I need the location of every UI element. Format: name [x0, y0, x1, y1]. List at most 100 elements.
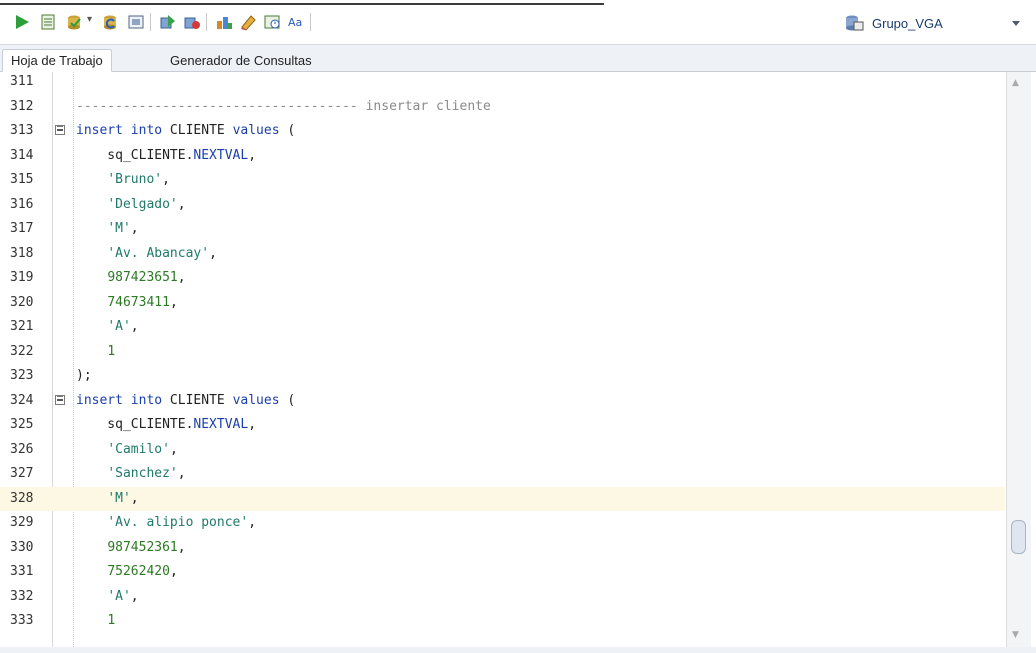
chevron-down-icon[interactable] [1010, 17, 1022, 29]
code-line[interactable]: 324 insert into CLIENTE values ( [0, 389, 1005, 414]
code-text: 'M', [107, 221, 139, 236]
code-text: 74673411, [107, 294, 178, 310]
code-line[interactable]: 330 987452361, [0, 536, 1005, 561]
line-number: 319 [10, 270, 34, 285]
commit-dropdown-icon[interactable]: ▾ [87, 14, 92, 25]
line-number: 312 [10, 98, 34, 114]
code-line[interactable]: 326 'Camilo', [0, 438, 1005, 463]
code-text: 1 [107, 343, 116, 359]
database-connection-icon [846, 15, 864, 31]
code-text: ------------------------------------ ins… [76, 98, 491, 114]
code-text: 'A', [107, 588, 139, 604]
code-text: 'Delgado', [107, 196, 186, 212]
toolbar-separator [150, 13, 151, 31]
title-divider [0, 3, 604, 5]
autotrace-icon[interactable] [214, 12, 234, 32]
sql-tuning-icon[interactable] [158, 12, 178, 32]
format-case-icon[interactable]: Aa [286, 12, 306, 32]
fold-toggle-icon[interactable] [55, 125, 65, 135]
tab-worksheet[interactable]: Hoja de Trabajo [2, 49, 112, 72]
code-line[interactable]: 318 'Av. Abancay', [0, 242, 1005, 267]
commit-icon[interactable] [64, 12, 84, 32]
line-number: 331 [10, 564, 34, 579]
scroll-up-icon[interactable]: ▲ [1012, 78, 1019, 88]
line-number: 316 [10, 196, 34, 212]
line-number: 320 [10, 294, 34, 310]
line-number: 322 [10, 343, 34, 359]
code-text: 'Camilo', [107, 441, 178, 457]
code-text: 'Sanchez', [107, 466, 186, 481]
code-text: insert into CLIENTE values ( [76, 392, 296, 408]
line-number: 332 [10, 588, 34, 604]
sql-editor[interactable]: 311 312 ----------------------------------… [0, 72, 1036, 647]
code-line[interactable]: 317 'M', [0, 217, 1005, 242]
rollback-icon[interactable] [100, 12, 120, 32]
code-line[interactable]: 322 1 [0, 340, 1005, 365]
tab-query-builder-label: Generador de Consultas [170, 52, 312, 68]
toolbar-separator [206, 13, 207, 31]
run-script-icon[interactable] [38, 12, 58, 32]
code-text: sq_CLIENTE.NEXTVAL, [76, 417, 257, 432]
tab-worksheet-label: Hoja de Trabajo [11, 53, 103, 68]
line-number: 317 [10, 221, 34, 236]
line-number: 333 [10, 613, 34, 628]
code-line[interactable]: 331 75262420, [0, 560, 1005, 585]
code-line[interactable]: 323); [0, 364, 1005, 389]
code-line[interactable]: 315 'Bruno', [0, 168, 1005, 193]
clear-icon[interactable] [238, 12, 258, 32]
code-text: 'A', [107, 319, 139, 334]
line-number: 328 [10, 490, 34, 506]
worksheet-tabs: Hoja de Trabajo Generador de Consultas [0, 45, 1036, 72]
code-line[interactable]: 321 'A', [0, 315, 1005, 340]
code-line[interactable]: 320 74673411, [0, 291, 1005, 316]
code-line[interactable]: 314 sq_CLIENTE.NEXTVAL, [0, 144, 1005, 169]
toolbar-separator [310, 13, 311, 31]
fold-toggle-icon[interactable] [55, 394, 65, 405]
code-text: 75262420, [107, 564, 178, 579]
editor-toolbar: ▾ Aa Grupo_VGA [0, 0, 1036, 45]
code-line[interactable]: 325 sq_CLIENTE.NEXTVAL, [0, 413, 1005, 438]
history-icon[interactable] [262, 12, 282, 32]
code-line[interactable]: 328 'M', [0, 486, 1005, 511]
code-line[interactable]: 311 [0, 72, 1005, 95]
line-number: 327 [10, 466, 34, 481]
connection-name: Grupo_VGA [872, 15, 943, 31]
line-number: 326 [10, 441, 34, 457]
code-line[interactable]: 327 'Sanchez', [0, 462, 1005, 487]
code-line[interactable]: 316 'Delgado', [0, 193, 1005, 218]
code-line[interactable]: 319 987423651, [0, 266, 1005, 291]
svg-text:Aa: Aa [288, 16, 302, 29]
line-number: 325 [10, 417, 34, 432]
code-text: ); [76, 368, 92, 383]
code-text: 'Av. Abancay', [107, 245, 217, 261]
line-number: 323 [10, 368, 34, 383]
code-text: 'M', [107, 490, 139, 506]
code-line[interactable]: 312 ------------------------------------ … [0, 95, 1005, 120]
code-line[interactable]: 332 'A', [0, 585, 1005, 610]
code-line[interactable]: 333 1 [0, 609, 1005, 634]
line-number: 318 [10, 245, 34, 261]
line-number: 330 [10, 539, 34, 555]
cancel-icon[interactable] [126, 12, 146, 32]
connection-selector[interactable]: Grupo_VGA [844, 11, 1024, 35]
code-line[interactable]: 313 insert into CLIENTE values ( [0, 119, 1005, 144]
line-number: 313 [10, 123, 34, 138]
line-number: 324 [10, 392, 34, 408]
status-area [0, 647, 1036, 653]
tab-query-builder[interactable]: Generador de Consultas [162, 49, 320, 71]
code-text: 987452361, [107, 539, 186, 555]
explain-plan-icon[interactable] [182, 12, 202, 32]
line-number: 311 [10, 74, 34, 89]
line-number: 315 [10, 172, 34, 187]
scroll-down-icon[interactable]: ▼ [1012, 630, 1019, 640]
line-number: 321 [10, 319, 34, 334]
code-line[interactable]: 329 'Av. alipio ponce', [0, 511, 1005, 536]
code-text: 'Bruno', [107, 172, 170, 187]
run-statement-icon[interactable] [12, 12, 32, 32]
line-number: 314 [10, 147, 34, 163]
code-text: 'Av. alipio ponce', [107, 515, 257, 530]
code-text: sq_CLIENTE.NEXTVAL, [76, 147, 257, 163]
scrollbar-thumb[interactable] [1011, 520, 1026, 554]
line-number: 329 [10, 515, 34, 530]
vertical-scrollbar[interactable]: ▲ ▼ [1006, 72, 1031, 647]
